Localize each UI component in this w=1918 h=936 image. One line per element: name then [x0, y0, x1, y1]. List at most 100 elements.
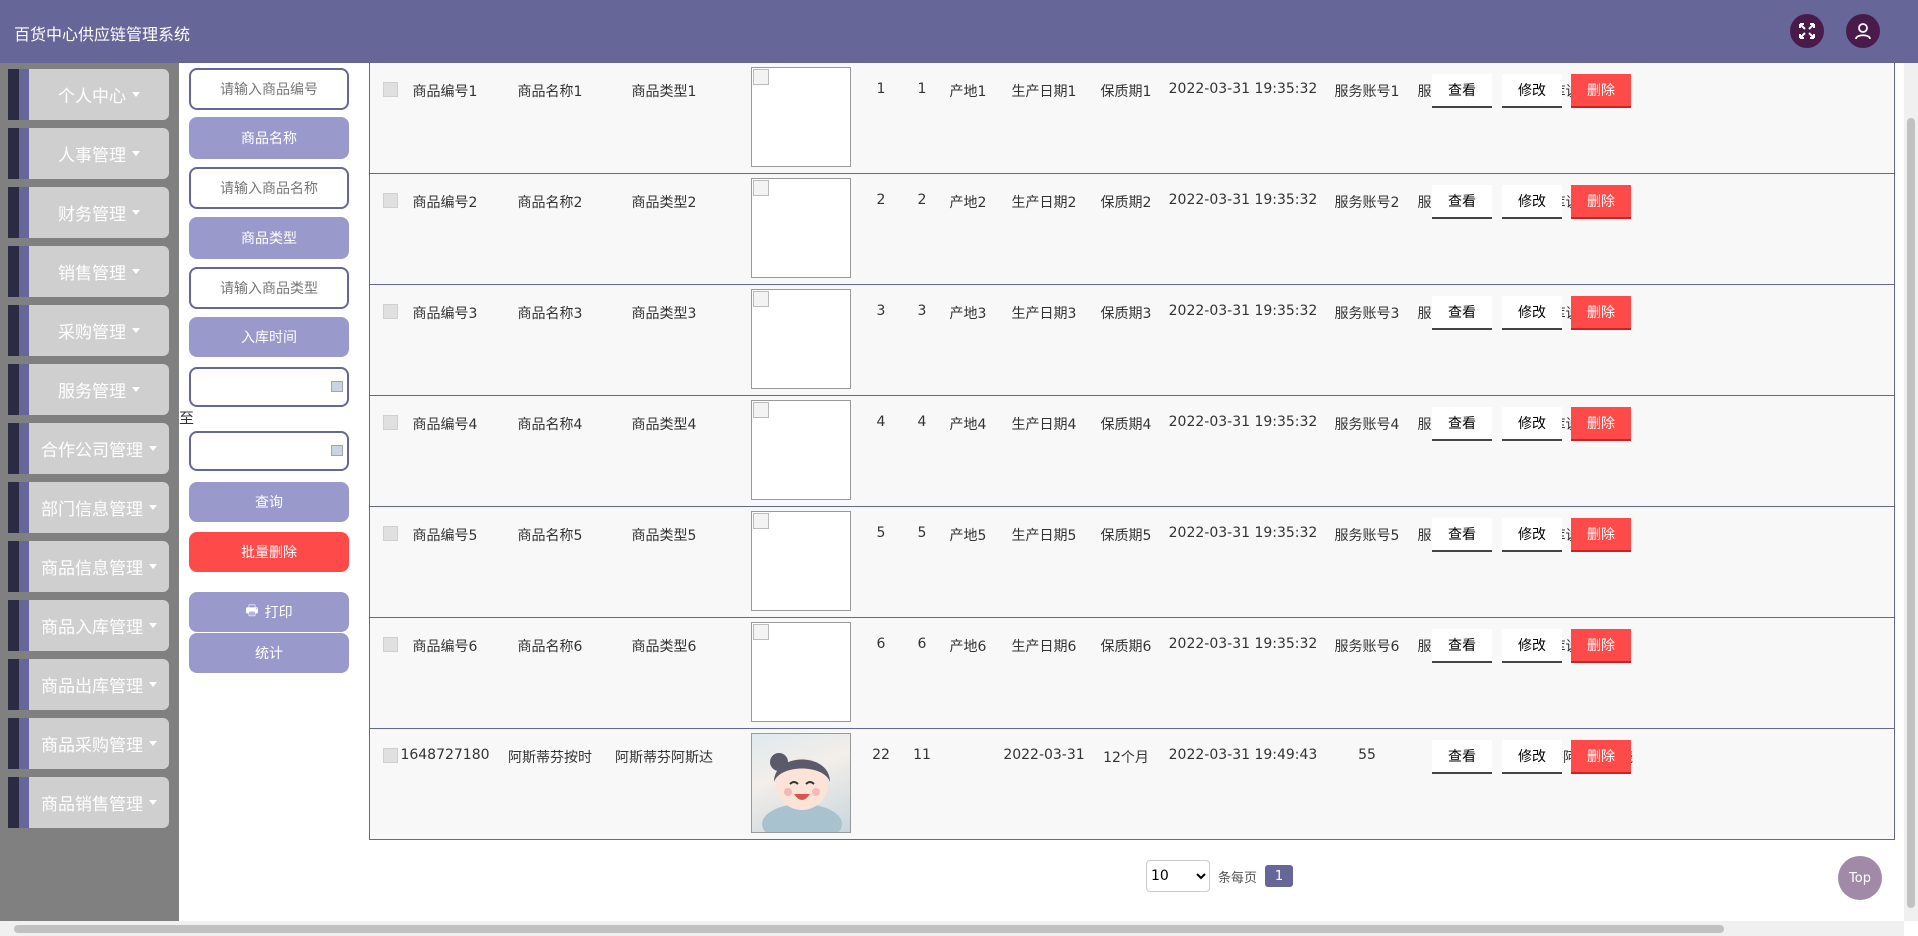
- end-date-input[interactable]: [189, 431, 349, 471]
- cell-time: 2022-03-31 19:35:32: [1168, 525, 1318, 541]
- view-button[interactable]: 查看: [1432, 185, 1492, 219]
- sidebar-item-button[interactable]: 人事管理: [29, 128, 169, 179]
- print-button[interactable]: 🖶 打印: [189, 592, 349, 632]
- sidebar-item-button[interactable]: 采购管理: [29, 305, 169, 356]
- page-size-select[interactable]: 10: [1146, 860, 1210, 892]
- sidebar-item-accent: [19, 246, 29, 297]
- edit-button[interactable]: 修改: [1502, 407, 1562, 441]
- scrollbar-thumb[interactable]: [1907, 118, 1915, 908]
- user-icon[interactable]: [1846, 14, 1880, 48]
- sidebar-item-accent: [19, 718, 29, 769]
- edit-button[interactable]: 修改: [1502, 185, 1562, 219]
- cell-time: 2022-03-31 19:35:32: [1168, 192, 1318, 208]
- sidebar-item-button[interactable]: 商品信息管理: [29, 541, 169, 592]
- sidebar-item-accent: [19, 364, 29, 415]
- delete-button[interactable]: 删除: [1571, 74, 1631, 108]
- delete-button[interactable]: 删除: [1571, 740, 1631, 774]
- sidebar-item[interactable]: 商品信息管理: [8, 541, 169, 592]
- delete-button[interactable]: 删除: [1571, 185, 1631, 219]
- sidebar-item-accent: [19, 187, 29, 238]
- start-date-input[interactable]: [189, 367, 349, 407]
- cell-name: 商品名称4: [517, 417, 583, 433]
- edit-button[interactable]: 修改: [1502, 296, 1562, 330]
- back-to-top-button[interactable]: Top: [1838, 856, 1882, 900]
- name-label: 商品名称: [189, 117, 349, 159]
- delete-button[interactable]: 删除: [1571, 407, 1631, 441]
- delete-button[interactable]: 删除: [1571, 296, 1631, 330]
- sidebar-item-accent: [8, 718, 19, 769]
- broken-image-icon: [753, 291, 769, 307]
- sidebar-item-button[interactable]: 财务管理: [29, 187, 169, 238]
- sidebar-item[interactable]: 服务管理: [8, 364, 169, 415]
- scrollbar-thumb[interactable]: [14, 925, 1724, 933]
- sidebar-item-button[interactable]: 商品入库管理: [29, 600, 169, 651]
- sidebar-item[interactable]: 商品采购管理: [8, 718, 169, 769]
- sidebar-item-button[interactable]: 商品采购管理: [29, 718, 169, 769]
- view-button[interactable]: 查看: [1432, 518, 1492, 552]
- edit-button[interactable]: 修改: [1502, 740, 1562, 774]
- calendar-icon: [331, 381, 343, 392]
- cell-code: 商品编号1: [412, 84, 478, 100]
- cell-n1: 6: [876, 636, 886, 652]
- row-checkbox[interactable]: [383, 637, 398, 652]
- cell-time: 2022-03-31 19:35:32: [1168, 303, 1318, 319]
- cell-code: 商品编号5: [412, 528, 478, 544]
- row-checkbox[interactable]: [383, 748, 398, 763]
- row-checkbox[interactable]: [383, 526, 398, 541]
- chevron-down-icon: [149, 564, 157, 569]
- view-button[interactable]: 查看: [1432, 407, 1492, 441]
- sidebar-item[interactable]: 商品销售管理: [8, 777, 169, 828]
- sidebar-item-button[interactable]: 部门信息管理: [29, 482, 169, 533]
- delete-button[interactable]: 删除: [1571, 518, 1631, 552]
- sidebar-item[interactable]: 商品入库管理: [8, 600, 169, 651]
- row-checkbox[interactable]: [383, 82, 398, 97]
- sidebar-item[interactable]: 商品出库管理: [8, 659, 169, 710]
- cell-n2: 6: [917, 636, 927, 652]
- cell-shelf: 保质期5: [1100, 528, 1152, 544]
- edit-button[interactable]: 修改: [1502, 629, 1562, 663]
- sidebar-item[interactable]: 合作公司管理: [8, 423, 169, 474]
- sidebar-item[interactable]: 人事管理: [8, 128, 169, 179]
- broken-image-icon: [753, 180, 769, 196]
- vertical-scrollbar[interactable]: [1904, 63, 1918, 921]
- delete-button[interactable]: 删除: [1571, 629, 1631, 663]
- edit-button[interactable]: 修改: [1502, 518, 1562, 552]
- sidebar-item-button[interactable]: 个人中心: [29, 69, 169, 120]
- sidebar-item-button[interactable]: 商品销售管理: [29, 777, 169, 828]
- cell-origin: 产地2: [949, 195, 987, 211]
- sidebar-item-button[interactable]: 商品出库管理: [29, 659, 169, 710]
- edit-button[interactable]: 修改: [1502, 74, 1562, 108]
- fullscreen-icon[interactable]: [1790, 14, 1824, 48]
- cell-type: 商品类型5: [631, 528, 697, 544]
- sidebar-item[interactable]: 财务管理: [8, 187, 169, 238]
- cell-account: 服务账号3: [1334, 306, 1400, 322]
- row-checkbox[interactable]: [383, 304, 398, 319]
- cell-origin: 产地5: [949, 528, 987, 544]
- sidebar-item[interactable]: 部门信息管理: [8, 482, 169, 533]
- sidebar-item-button[interactable]: 销售管理: [29, 246, 169, 297]
- type-search-input[interactable]: 请输入商品类型: [189, 267, 349, 309]
- horizontal-scrollbar[interactable]: [0, 921, 1904, 936]
- row-checkbox[interactable]: [383, 415, 398, 430]
- cell-account: 服务账号2: [1334, 195, 1400, 211]
- view-button[interactable]: 查看: [1432, 74, 1492, 108]
- view-button[interactable]: 查看: [1432, 629, 1492, 663]
- sidebar-item[interactable]: 销售管理: [8, 246, 169, 297]
- row-checkbox[interactable]: [383, 193, 398, 208]
- stats-button[interactable]: 统计: [189, 633, 349, 673]
- header-bar: 百货中心供应链管理系统: [0, 0, 1918, 63]
- sidebar-item[interactable]: 采购管理: [8, 305, 169, 356]
- sidebar-item[interactable]: 个人中心: [8, 69, 169, 120]
- code-search-input[interactable]: 请输入商品编号: [189, 68, 349, 110]
- cell-n1: 22: [872, 747, 890, 763]
- page-number-button[interactable]: 1: [1265, 865, 1294, 887]
- cell-n2: 4: [917, 414, 927, 430]
- sidebar-item-button[interactable]: 合作公司管理: [29, 423, 169, 474]
- batch-delete-button[interactable]: 批量删除: [189, 532, 349, 572]
- view-button[interactable]: 查看: [1432, 740, 1492, 774]
- name-search-input[interactable]: 请输入商品名称: [189, 167, 349, 209]
- sidebar-item-button[interactable]: 服务管理: [29, 364, 169, 415]
- cell-origin: 产地6: [949, 639, 987, 655]
- query-button[interactable]: 查询: [189, 482, 349, 522]
- view-button[interactable]: 查看: [1432, 296, 1492, 330]
